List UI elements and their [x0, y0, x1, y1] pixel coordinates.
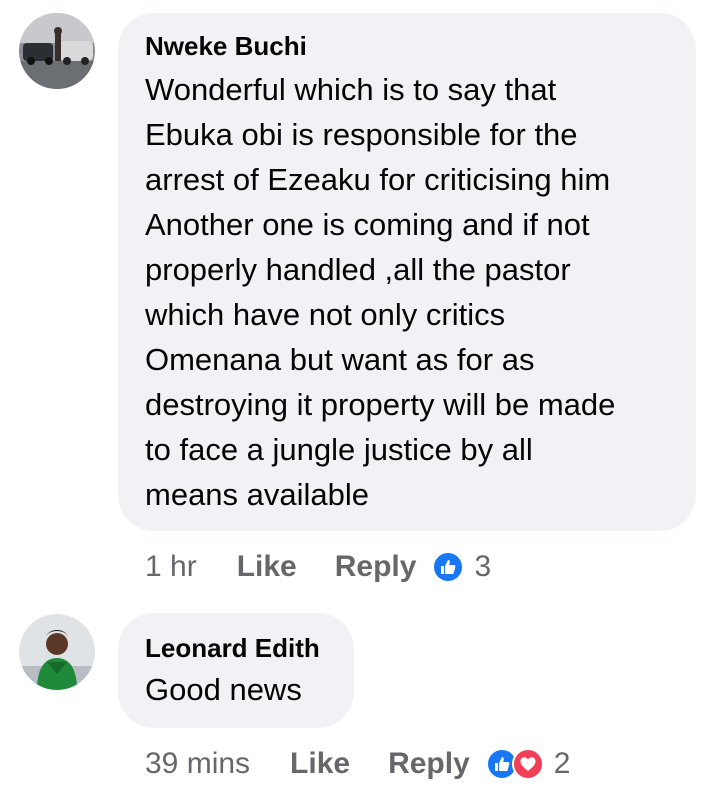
comment-author[interactable]: Leonard Edith: [145, 633, 320, 663]
reaction-summary[interactable]: 2: [485, 747, 571, 781]
avatar[interactable]: [19, 13, 95, 89]
comment-text-line: Omenana but want as for as: [145, 342, 535, 377]
comment-text-line: Wonderful which is to say that: [145, 72, 557, 107]
comment-meta: 1 hr Like Reply 3: [145, 547, 491, 587]
comment-text-line: Another one is coming and if not: [145, 207, 590, 242]
reaction-count: 3: [474, 550, 492, 583]
comment-text-line: properly handled ,all the pastor: [145, 252, 571, 287]
comment-thread: Nweke Buchi Wonderful which is to say th…: [0, 0, 713, 806]
comment-text-line: arrest of Ezeaku for criticising him: [145, 162, 611, 197]
comment-text-line: means available: [145, 477, 370, 512]
profile-photo-icon: [19, 13, 95, 89]
comment-text-line: Good news: [145, 672, 302, 707]
reply-button[interactable]: Reply: [335, 550, 417, 584]
profile-photo-icon: [19, 614, 95, 690]
reply-button[interactable]: Reply: [388, 747, 470, 781]
like-button[interactable]: Like: [290, 747, 350, 781]
comment-bubble: Nweke Buchi Wonderful which is to say th…: [118, 13, 696, 531]
avatar[interactable]: [19, 614, 95, 690]
comment-timestamp[interactable]: 1 hr: [145, 550, 197, 584]
reaction-summary[interactable]: 3: [432, 550, 491, 584]
comment-author[interactable]: Nweke Buchi: [145, 31, 307, 61]
reaction-count: 2: [553, 747, 571, 780]
like-reaction-icon: [432, 551, 465, 583]
comment-text-line: which have not only critics: [145, 297, 506, 332]
comment-text-line: destroying it property will be made: [145, 387, 616, 422]
comment-text-line: Ebuka obi is responsible for the: [145, 117, 578, 152]
comment-text: Wonderful which is to say that Ebuka obi…: [145, 67, 615, 517]
comment-text-line: to face a jungle justice by all: [145, 432, 533, 467]
comment-meta: 39 mins Like Reply 2: [145, 744, 570, 784]
comment-bubble: Leonard Edith Good news: [118, 613, 354, 728]
love-reaction-icon: [511, 748, 544, 780]
comment-text: Good news: [145, 667, 302, 712]
like-button[interactable]: Like: [237, 550, 297, 584]
comment-timestamp[interactable]: 39 mins: [145, 747, 250, 781]
